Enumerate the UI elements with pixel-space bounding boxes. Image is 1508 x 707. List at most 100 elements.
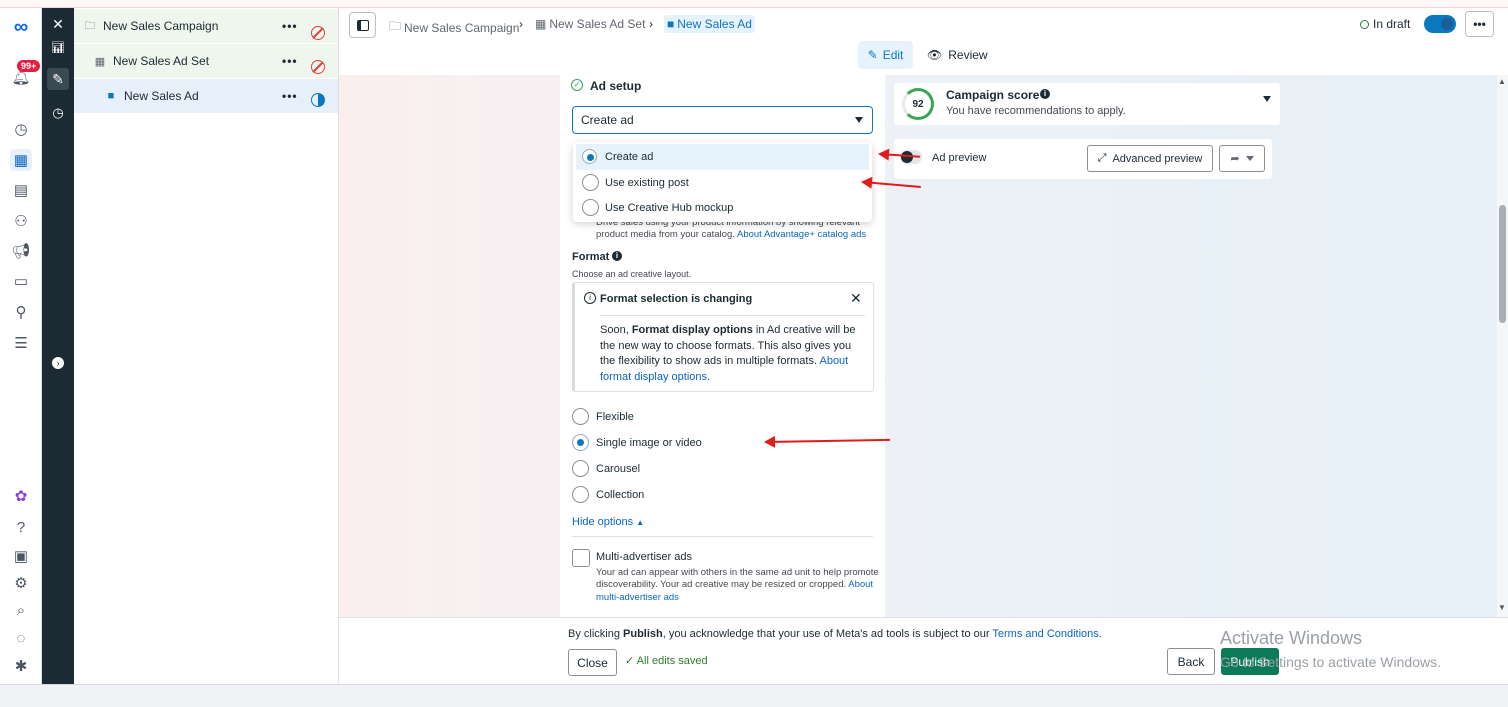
all-tools-menu-icon[interactable]: ☰ — [10, 332, 32, 354]
notice-close-icon[interactable]: ✕ — [850, 290, 862, 307]
tree-item-ad[interactable]: ■ New Sales Ad ••• — [74, 79, 338, 113]
folder-icon: 🗀︎ — [84, 19, 96, 32]
dropdown-option-creative-hub[interactable]: Use Creative Hub mockup — [576, 195, 869, 221]
consent-end: . — [1098, 628, 1102, 640]
ad-icon: ■ — [107, 90, 115, 102]
advanced-preview-label: Advanced preview — [1112, 152, 1203, 165]
ads-manager-table-icon[interactable]: ▦ — [10, 149, 32, 171]
consent-mid: , you acknowledge that your use of Meta'… — [662, 628, 993, 640]
breadcrumb-ad[interactable]: ■ New Sales Ad — [664, 15, 755, 33]
breadcrumb-campaign[interactable]: 🗀︎ New Sales Campaign — [389, 17, 519, 38]
ad-on-off-toggle[interactable] — [1424, 15, 1456, 33]
info-icon[interactable]: i — [1040, 89, 1050, 99]
business-icon[interactable]: ⚲ — [10, 301, 32, 323]
help-icon[interactable]: ? — [10, 516, 32, 538]
edit-pencil-icon: ✎ — [867, 48, 878, 62]
toggle-sidebar-button[interactable] — [349, 12, 376, 38]
edits-saved-status: ✓ All edits saved — [625, 654, 708, 667]
advanced-preview-button[interactable]: ⤢ Advanced preview — [1087, 145, 1213, 172]
tab-edit[interactable]: ✎ Edit — [858, 41, 913, 69]
notice-divider — [600, 315, 865, 316]
edit-pencil-icon[interactable]: ✎ — [47, 68, 69, 90]
scroll-up-icon[interactable]: ▲ — [1498, 77, 1506, 86]
tab-review[interactable]: 👁︎ Review — [927, 41, 988, 69]
campaign-score-subtitle: You have recommendations to apply. — [946, 105, 1126, 117]
left-icon-rail: ∞ 🔔︎ 99+ ◷ ▦ ▤ ⚇ 📢︎ ▭ ⚲ ☰ ✿ ? ▣ ⚙ ⌕ ◌ ✱ — [0, 8, 42, 684]
eye-icon: 👁︎ — [927, 48, 943, 62]
section-divider — [572, 536, 873, 537]
dropdown-option-existing-post[interactable]: Use existing post — [576, 170, 869, 196]
share-preview-button[interactable]: ➦ — [1219, 145, 1265, 172]
bug-report-icon[interactable]: ✱ — [10, 655, 32, 677]
draft-status-label: In draft — [1373, 17, 1411, 31]
multi-advertiser-about-link[interactable]: About — [848, 579, 873, 590]
notice-body-p1: Soon, — [600, 324, 632, 336]
breadcrumb-campaign-label: New Sales Campaign — [404, 20, 520, 35]
reports-icon[interactable]: ▤ — [10, 179, 32, 201]
format-radio-collection[interactable] — [572, 486, 589, 503]
settings-gear-icon[interactable]: ⚙ — [10, 572, 32, 594]
expand-panel-icon[interactable]: › — [47, 352, 69, 374]
meta-ai-icon[interactable]: ✿ — [10, 485, 32, 507]
hide-options-link[interactable]: Hide options ▲ — [572, 516, 644, 528]
chevron-right-icon: › — [519, 17, 523, 31]
ad-set-more-icon[interactable]: ••• — [282, 54, 298, 68]
notice-body: Soon, Format display options in Ad creat… — [600, 323, 868, 385]
option-radio-existing-post — [582, 174, 599, 191]
tree-item-ad-set[interactable]: ▦ New Sales Ad Set ••• — [74, 44, 338, 78]
scroll-down-icon[interactable]: ▼ — [1498, 603, 1506, 612]
close-icon[interactable]: ✕ — [47, 13, 69, 35]
share-icon: ➦ — [1230, 153, 1240, 165]
campaign-more-icon[interactable]: ••• — [282, 19, 298, 33]
header-more-button[interactable]: ••• — [1465, 11, 1494, 37]
ad-set-status-off-icon — [311, 60, 325, 74]
scrollbar-thumb[interactable] — [1499, 205, 1506, 323]
meta-logo-icon[interactable]: ∞ — [8, 16, 34, 38]
audiences-icon[interactable]: ⚇ — [10, 210, 32, 232]
format-radio-carousel[interactable] — [572, 460, 589, 477]
history-clock-icon[interactable]: ◷ — [47, 102, 69, 124]
multi-advertiser-ads-link[interactable]: multi-advertiser ads — [596, 591, 679, 604]
tree-ad-set-label: New Sales Ad Set — [113, 54, 210, 68]
back-button[interactable]: Back — [1167, 648, 1215, 675]
breadcrumb-ad-set[interactable]: ▦ New Sales Ad Set — [535, 17, 645, 31]
option-label-create-ad: Create ad — [605, 151, 654, 163]
option-radio-create-ad — [582, 149, 597, 164]
dropdown-option-create-ad[interactable]: Create ad — [576, 144, 869, 170]
campaign-score-card[interactable]: 92 Campaign score i You have recommendat… — [894, 83, 1280, 125]
info-circle-icon: i — [584, 292, 596, 304]
chevron-down-icon[interactable] — [1263, 96, 1271, 102]
format-label-carousel: Carousel — [596, 463, 641, 475]
terms-link[interactable]: Terms and Conditions — [992, 628, 1098, 640]
news-icon[interactable]: ▣ — [10, 545, 32, 567]
tree-campaign-label: New Sales Campaign — [103, 19, 219, 33]
feedback-icon[interactable]: ◌ — [10, 627, 32, 649]
format-radio-flexible[interactable] — [572, 408, 589, 425]
format-radio-single-image[interactable] — [572, 434, 589, 451]
canvas-scrollbar[interactable]: ▲ ▼ — [1497, 75, 1508, 617]
format-subtitle: Choose an ad creative layout. — [572, 269, 692, 279]
ad-setup-title: Ad setup — [590, 79, 642, 93]
dashboard-icon[interactable]: ◷ — [10, 118, 32, 140]
info-icon[interactable]: i — [612, 251, 622, 261]
ad-icon: ■ — [667, 17, 675, 31]
multi-advertiser-checkbox[interactable] — [572, 549, 590, 567]
folder-icon: 🗀︎ — [389, 19, 402, 33]
billing-card-icon[interactable]: ▭ — [10, 270, 32, 292]
consent-bold: Publish — [623, 628, 663, 640]
megaphone-icon[interactable]: 📢︎ — [10, 240, 32, 262]
tree-item-campaign[interactable]: 🗀︎ New Sales Campaign ••• — [74, 9, 338, 43]
ad-setup-select[interactable]: Create ad — [572, 106, 873, 134]
format-label-flexible: Flexible — [596, 411, 634, 423]
ad-setup-dropdown-menu: Create ad Use existing post Use Creative… — [573, 142, 872, 222]
ad-status-half-icon — [311, 93, 325, 107]
charts-icon[interactable]: 📊︎ — [47, 36, 69, 58]
ad-more-icon[interactable]: ••• — [282, 89, 298, 103]
multi-advertiser-desc-line2-text: discoverability. Your ad creative may be… — [596, 579, 847, 590]
sidebar-panel-icon — [356, 19, 369, 31]
format-change-notice: i Format selection is changing ✕ Soon, F… — [572, 282, 874, 392]
draft-status: In draft — [1360, 17, 1410, 31]
search-icon[interactable]: ⌕ — [10, 599, 32, 621]
catalog-ads-link[interactable]: About Advantage+ catalog ads — [737, 229, 866, 240]
close-button[interactable]: Close — [568, 649, 617, 676]
